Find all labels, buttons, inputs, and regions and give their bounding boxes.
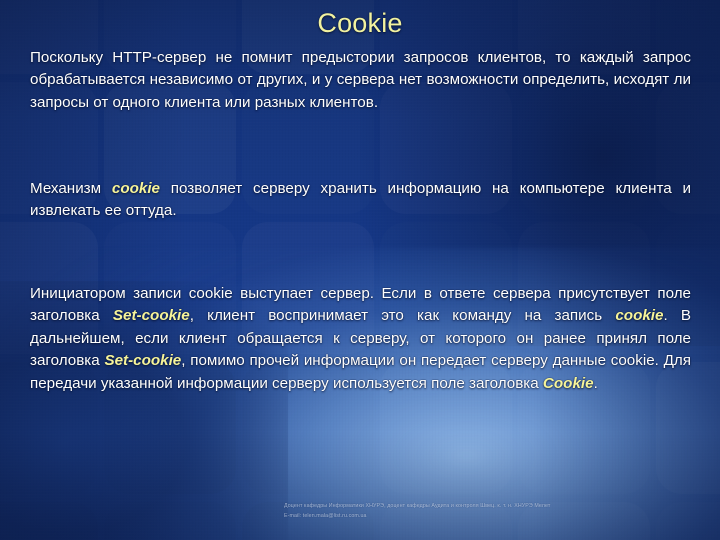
paragraph-2-text: Механизм cookie позволяет серверу хранит… (30, 178, 691, 223)
keyword-term: cookie (111, 180, 160, 197)
body-text-run: . (593, 374, 598, 392)
keyword-term: cookie (615, 307, 664, 325)
presentation-slide: Cookie Поскольку HTTP-сервер не помнит п… (0, 0, 720, 540)
body-text-run: , клиент воспринимает это как команду на… (189, 307, 616, 325)
footer-line-affiliation: Доцент кафедры Информатики ХНУРЭ, доцент… (284, 503, 551, 509)
slide-content: Cookie Поскольку HTTP-сервер не помнит п… (0, 0, 720, 540)
slide-footer: Доцент кафедры Информатики ХНУРЭ, доцент… (284, 502, 714, 521)
body-text-run: Поскольку HTTP-сервер не помнит предысто… (30, 49, 691, 111)
keyword-term: Set-cookie (104, 352, 182, 370)
page-title: Cookie (317, 8, 403, 38)
keyword-term: Set-cookie (112, 307, 190, 325)
paragraph-3: Инициатором записи cookie выступает серв… (30, 283, 691, 395)
keyword-term: Cookie (542, 374, 594, 392)
body-text-run: Механизм (30, 180, 112, 197)
paragraph-2: Механизм cookie позволяет серверу хранит… (30, 178, 691, 223)
paragraph-3-text: Инициатором записи cookie выступает серв… (30, 283, 691, 395)
paragraph-1: Поскольку HTTP-сервер не помнит предысто… (30, 47, 691, 114)
paragraph-1-text: Поскольку HTTP-сервер не помнит предысто… (30, 47, 691, 114)
footer-line-email: E-mail: telen.mala@list.ru.com.ua (284, 512, 367, 519)
